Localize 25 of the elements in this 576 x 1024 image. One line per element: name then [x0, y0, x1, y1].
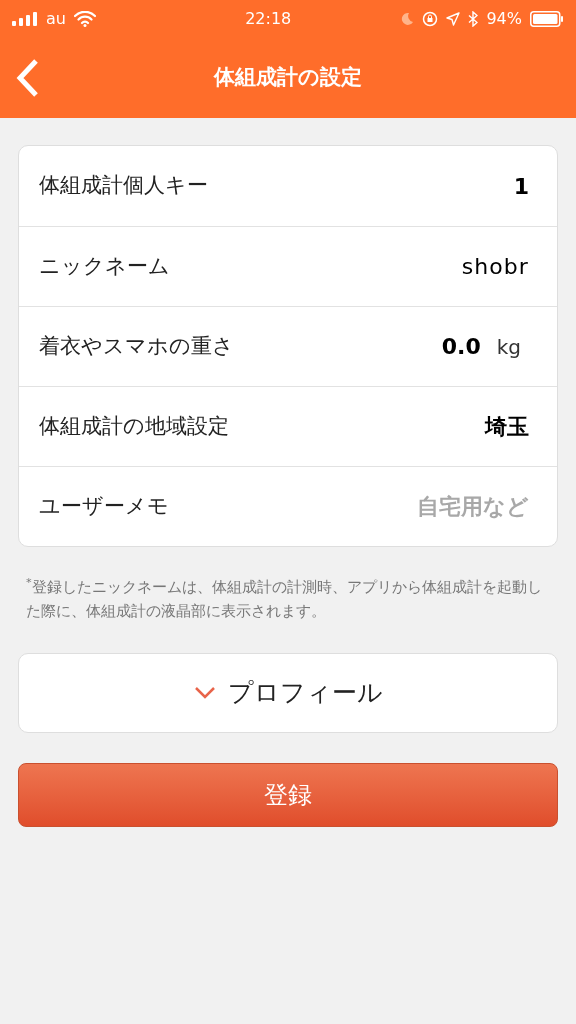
row-label: 体組成計個人キー [39, 172, 208, 200]
bluetooth-icon [468, 11, 479, 27]
battery-percent-text: 94% [486, 8, 522, 30]
row-label: 体組成計の地域設定 [39, 412, 229, 440]
signal-icon [12, 12, 38, 26]
row-label: ニックネーム [39, 252, 170, 280]
value-text: 0.0 [441, 333, 481, 361]
row-label: 着衣やスマホの重さ [39, 332, 234, 360]
row-label: ユーザーメモ [39, 492, 169, 520]
page-title: 体組成計の設定 [214, 64, 362, 92]
battery-icon [530, 11, 564, 27]
moon-icon [400, 12, 415, 26]
carrier-text: au [46, 8, 66, 30]
wifi-icon [73, 11, 96, 27]
location-icon [446, 12, 461, 26]
value-text: shobr [461, 253, 529, 281]
time-text: 22:18 [245, 8, 292, 30]
memo-field[interactable]: 自宅用など [379, 490, 529, 523]
rotation-lock-icon [422, 11, 439, 27]
profile-button[interactable]: プロフィール [18, 653, 558, 733]
value-text: 埼玉 [485, 413, 529, 441]
unit-text: kg [496, 334, 521, 361]
value-text: 1 [513, 172, 529, 201]
note-text: $^{*}$登録したニックネームは、体組成計の計測時、アプリから体組成計を起動した際に、体組成計の液晶部に表示されます。 [26, 575, 543, 622]
chevron-icon [193, 686, 216, 700]
